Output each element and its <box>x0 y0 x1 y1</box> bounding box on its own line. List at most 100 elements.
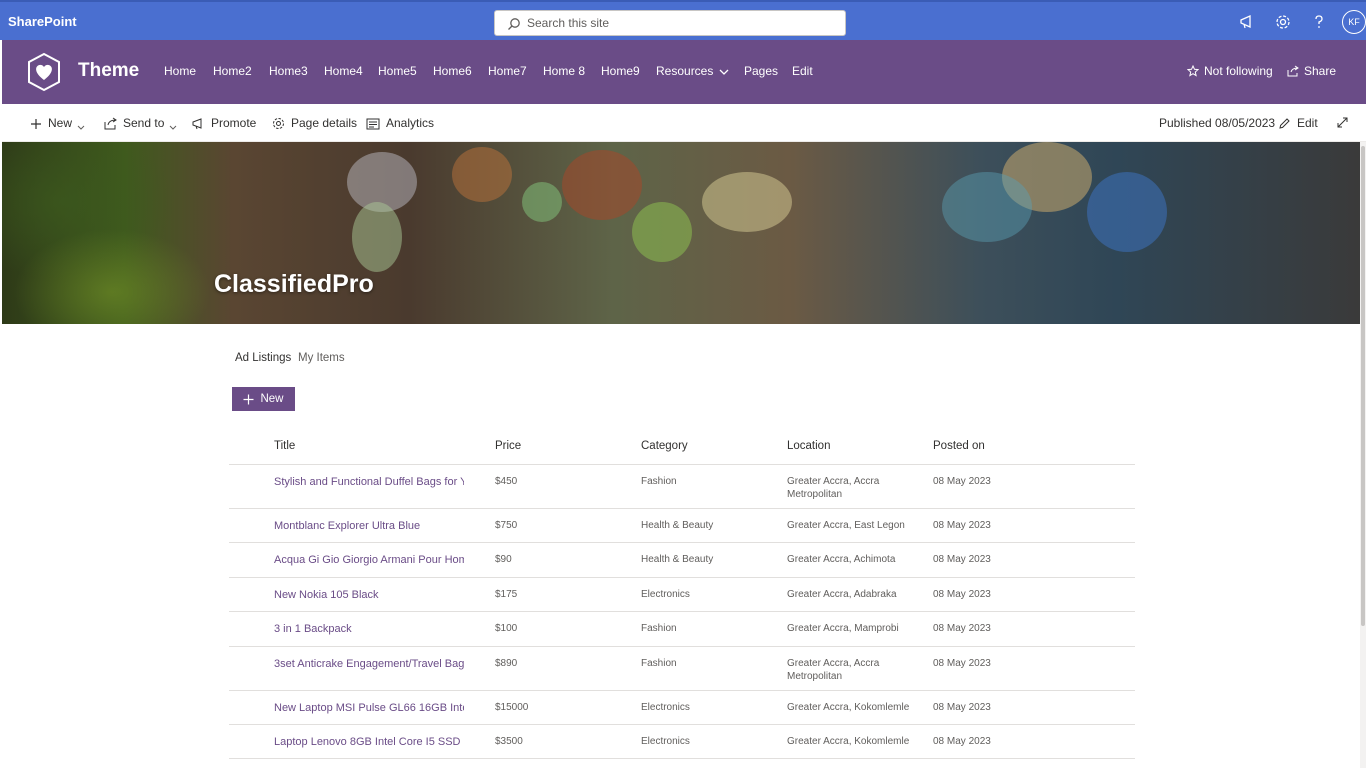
listing-title-link[interactable]: 3set Anticrake Engagement/Travel Bags <box>274 658 464 671</box>
new-listing-button[interactable]: New <box>232 387 295 411</box>
site-title[interactable]: Theme <box>78 60 139 82</box>
chevron-down-icon <box>77 125 85 130</box>
page-scrollbar-thumb[interactable] <box>1361 146 1365 626</box>
site-logo-heart-icon[interactable] <box>26 52 62 92</box>
suite-bar: SharePoint KF <box>0 0 1366 40</box>
settings-gear-icon[interactable] <box>1274 13 1292 31</box>
search-input[interactable] <box>527 14 827 32</box>
listing-title-link[interactable]: New Nokia 105 Black <box>274 589 464 602</box>
new-command-label: New <box>48 116 73 130</box>
column-header-title[interactable]: Title <box>274 440 295 452</box>
nav-pages[interactable]: Pages <box>744 64 778 78</box>
megaphone-icon[interactable] <box>1238 13 1256 31</box>
listing-posted-date: 08 May 2023 <box>933 554 991 565</box>
nav-home-8[interactable]: Home 8 <box>543 64 585 78</box>
table-row[interactable]: 3set Anticrake Engagement/Travel Bags $8… <box>229 646 1135 690</box>
listing-price: $15000 <box>495 702 529 713</box>
new-listing-label: New <box>260 393 284 405</box>
edit-page-label: Edit <box>1297 116 1318 130</box>
search-box[interactable] <box>494 10 846 36</box>
site-header: Theme Home Home2 Home3 Home4 Home5 Home6… <box>2 40 1366 104</box>
nav-home5[interactable]: Home5 <box>378 64 417 78</box>
listing-posted-date: 08 May 2023 <box>933 623 991 634</box>
listing-price: $100 <box>495 623 518 634</box>
listing-title-link[interactable]: Montblanc Explorer Ultra Blue <box>274 520 464 533</box>
hero-decor <box>702 172 792 232</box>
table-row[interactable]: New Laptop MSI Pulse GL66 16GB Intel Cor… <box>229 690 1135 724</box>
tab-ad-listings[interactable]: Ad Listings <box>235 352 291 364</box>
send-icon <box>104 117 117 130</box>
help-icon[interactable] <box>1310 13 1328 31</box>
page-details-command[interactable]: Page details <box>272 116 357 130</box>
hero-decor <box>942 172 1032 242</box>
send-to-command[interactable]: Send to <box>104 116 177 130</box>
analytics-icon <box>366 118 380 130</box>
listing-category: Health & Beauty <box>641 520 714 531</box>
listing-title-link[interactable]: 3 in 1 Backpack <box>274 623 464 636</box>
share-button[interactable]: Share <box>1287 64 1336 78</box>
column-header-price[interactable]: Price <box>495 440 521 452</box>
nav-resources-label: Resources <box>656 64 714 78</box>
listing-title-link[interactable]: Acqua Gi Gio Giorgio Armani Pour Homme <box>274 554 464 567</box>
nav-edit[interactable]: Edit <box>792 64 813 78</box>
hero-banner: ClassifiedPro <box>2 142 1360 324</box>
new-command[interactable]: New <box>30 116 85 130</box>
column-header-category[interactable]: Category <box>641 440 688 452</box>
listing-category: Electronics <box>641 702 690 713</box>
listing-category: Electronics <box>641 736 690 747</box>
follow-label: Not following <box>1204 64 1273 78</box>
table-row[interactable]: New Nokia 105 Black $175 Electronics Gre… <box>229 577 1135 611</box>
tab-my-items[interactable]: My Items <box>298 352 345 364</box>
star-icon <box>1186 64 1200 77</box>
share-label: Share <box>1304 64 1337 78</box>
listing-category: Fashion <box>641 623 677 634</box>
listing-location: Greater Accra, East Legon <box>787 520 905 531</box>
listing-category: Electronics <box>641 589 690 600</box>
hero-decor <box>1087 172 1167 252</box>
analytics-command[interactable]: Analytics <box>366 116 434 130</box>
listing-price: $750 <box>495 520 518 531</box>
nav-home2[interactable]: Home2 <box>213 64 252 78</box>
listing-title-link[interactable]: Laptop Lenovo 8GB Intel Core I5 SSD 256G… <box>274 736 464 749</box>
nav-home7[interactable]: Home7 <box>488 64 527 78</box>
listing-price: $450 <box>495 476 518 487</box>
send-to-label: Send to <box>123 116 165 130</box>
nav-home[interactable]: Home <box>164 64 196 78</box>
column-header-posted-on[interactable]: Posted on <box>933 440 985 452</box>
table-row[interactable]: Montblanc Explorer Ultra Blue $750 Healt… <box>229 508 1135 542</box>
chevron-down-icon <box>719 69 729 75</box>
table-row[interactable]: Laptop Lenovo 8GB Intel Core I5 SSD 256G… <box>229 724 1135 759</box>
analytics-label: Analytics <box>386 116 435 130</box>
hero-decor <box>632 202 692 262</box>
nav-home9[interactable]: Home9 <box>601 64 640 78</box>
user-avatar[interactable]: KF <box>1342 10 1366 34</box>
nav-home3[interactable]: Home3 <box>269 64 308 78</box>
table-row[interactable]: 3 in 1 Backpack $100 Fashion Greater Acc… <box>229 611 1135 646</box>
chevron-down-icon <box>170 125 177 130</box>
listing-posted-date: 08 May 2023 <box>933 736 991 747</box>
nav-home4[interactable]: Home4 <box>324 64 363 78</box>
share-icon <box>1287 65 1299 77</box>
app-brand[interactable]: SharePoint <box>8 2 77 42</box>
search-icon <box>508 18 520 30</box>
expand-icon[interactable] <box>1336 116 1349 129</box>
table-row[interactable]: Stylish and Functional Duffel Bags for Y… <box>229 464 1135 508</box>
nav-home6[interactable]: Home6 <box>433 64 472 78</box>
gear-icon <box>273 118 284 129</box>
plus-icon <box>243 394 254 404</box>
nav-resources[interactable]: Resources <box>656 64 729 78</box>
promote-command[interactable]: Promote <box>192 116 256 130</box>
page-details-label: Page details <box>291 116 358 130</box>
promote-label: Promote <box>211 116 257 130</box>
follow-button[interactable]: Not following <box>1186 64 1273 78</box>
hero-decor <box>452 147 512 202</box>
listing-category: Health & Beauty <box>641 554 714 565</box>
edit-page-button[interactable]: Edit <box>1278 116 1318 130</box>
table-row[interactable]: Acqua Gi Gio Giorgio Armani Pour Homme $… <box>229 542 1135 577</box>
column-header-location[interactable]: Location <box>787 440 830 452</box>
listing-title-link[interactable]: Stylish and Functional Duffel Bags for Y… <box>274 476 464 489</box>
plus-icon <box>31 119 41 129</box>
listing-title-link[interactable]: New Laptop MSI Pulse GL66 16GB Intel Cor… <box>274 702 464 715</box>
published-status: Published 08/05/2023 <box>1159 116 1276 130</box>
listing-location: Greater Accra, Kokomlemle <box>787 702 910 713</box>
